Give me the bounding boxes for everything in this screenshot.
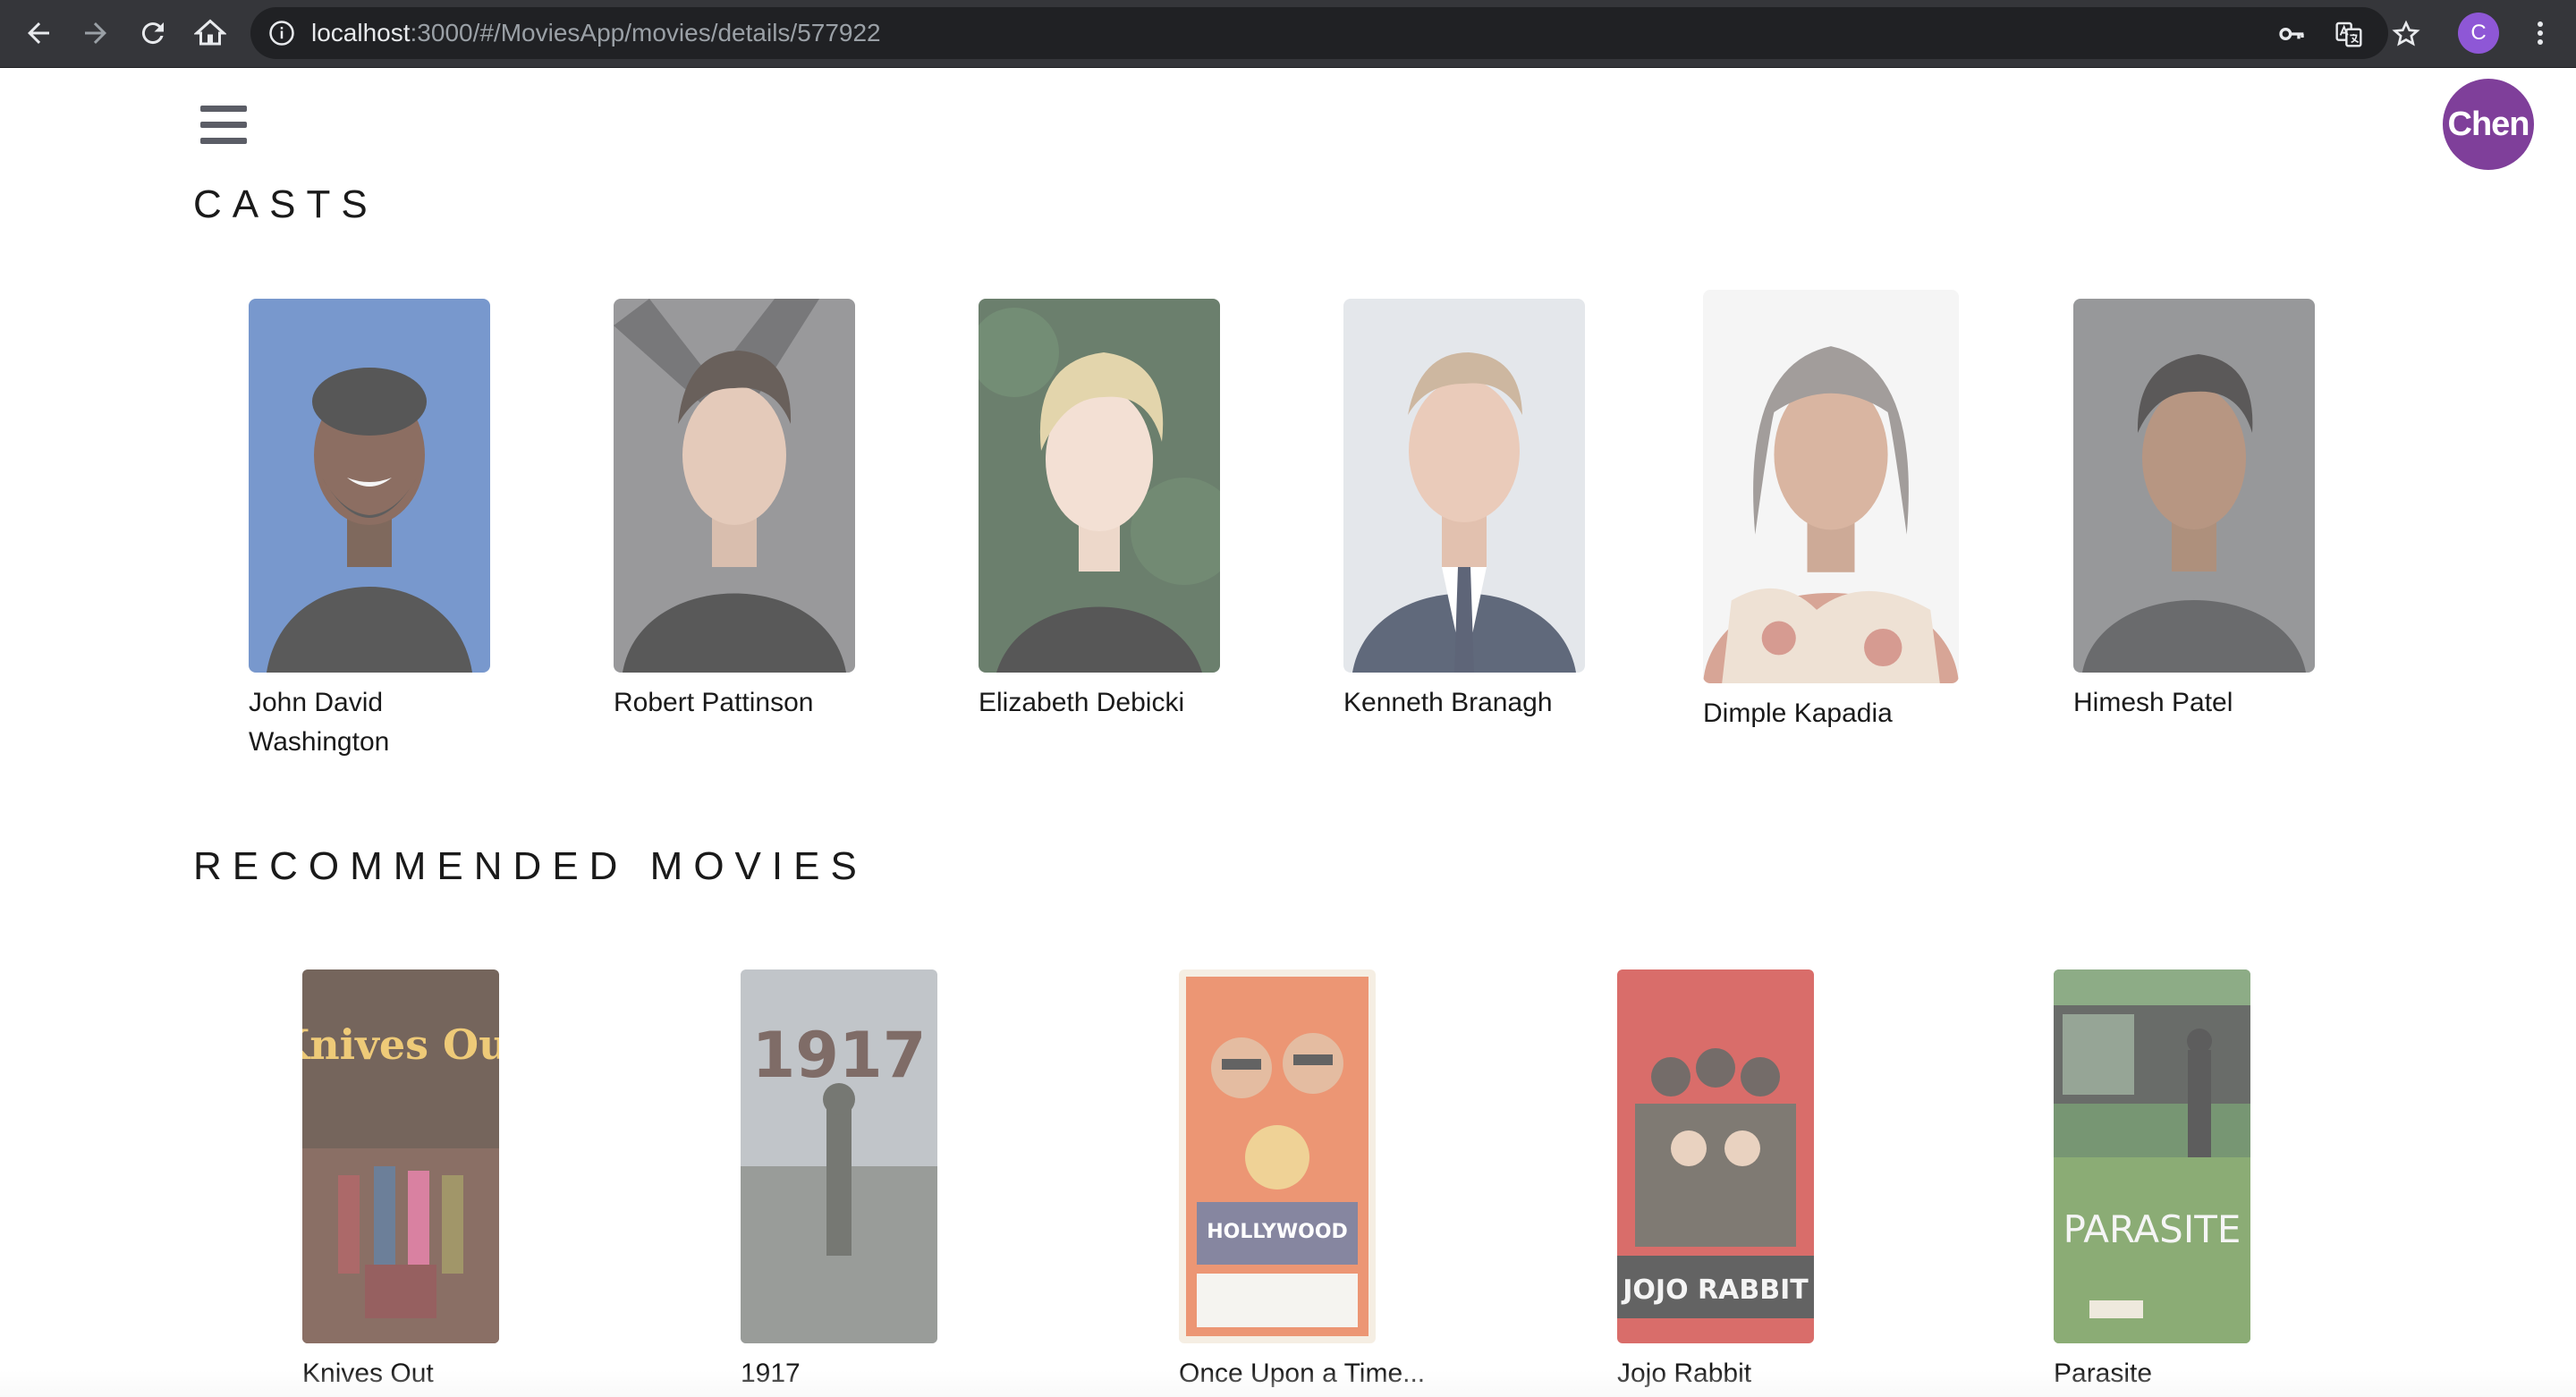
cast-photo [614, 299, 855, 673]
cast-name: Kenneth Branagh [1343, 688, 1553, 717]
poster-title: JOJO RABBIT [1621, 1274, 1809, 1306]
info-icon[interactable] [268, 20, 295, 47]
movie-card[interactable]: Knives Out Knives Out [302, 969, 571, 1393]
poster-title: HOLLYWOOD [1207, 1221, 1348, 1243]
arrow-right-icon [85, 22, 106, 44]
cast-card[interactable]: Kenneth Branagh [1343, 299, 1585, 723]
arrow-left-icon [28, 22, 49, 44]
cast-card[interactable]: John David Washington [249, 299, 490, 762]
cast-card[interactable]: Elizabeth Debicki [979, 299, 1220, 723]
cast-card[interactable]: Robert Pattinson [614, 299, 855, 723]
reload-icon [141, 22, 164, 45]
forward-button[interactable] [72, 9, 120, 57]
poster-title: Knives Out [302, 1020, 499, 1069]
user-avatar[interactable]: Chen [2443, 79, 2534, 170]
movie-card[interactable]: PARASITE Parasite [2054, 969, 2322, 1393]
cast-name: Elizabeth Debicki [979, 688, 1185, 717]
back-button[interactable] [14, 9, 63, 57]
home-button[interactable] [186, 9, 234, 57]
cast-name: Himesh Patel [2073, 688, 2233, 717]
casts-title: CASTS [193, 182, 378, 226]
more-vert-icon[interactable] [2522, 13, 2558, 54]
address-bar[interactable]: localhost:3000/#/MoviesApp/movies/detail… [250, 7, 2420, 59]
cast-name: Dimple Kapadia [1703, 698, 1893, 728]
url-text[interactable]: localhost:3000/#/MoviesApp/movies/detail… [311, 7, 881, 59]
cast-photo [2073, 299, 2315, 673]
cast-photo [1703, 290, 1959, 683]
movie-card[interactable]: 1917 1917 [741, 969, 1009, 1393]
cast-name: John David Washington [249, 688, 390, 757]
movie-poster: Knives Out [302, 969, 499, 1343]
reload-button[interactable] [129, 9, 177, 57]
star-icon[interactable] [2392, 20, 2420, 48]
browser-profile-avatar[interactable]: C [2458, 13, 2499, 54]
cast-card[interactable]: Himesh Patel [2073, 299, 2315, 723]
movie-card[interactable]: HOLLYWOOD Once Upon a Time... [1179, 969, 1447, 1393]
recommended-movies-title: RECOMMENDED MOVIES [193, 844, 868, 888]
cast-photo [249, 299, 490, 673]
home-icon [194, 19, 226, 46]
cast-photo [979, 299, 1220, 673]
url-path: :3000/#/MoviesApp/movies/details/577922 [410, 19, 881, 47]
bottom-fade [0, 1370, 2576, 1397]
url-host: localhost [311, 19, 411, 47]
cast-name: Robert Pattinson [614, 688, 814, 717]
poster-title: 1917 [752, 1019, 927, 1092]
cast-card[interactable]: Dimple Kapadia [1703, 290, 1959, 733]
movie-poster: JOJO RABBIT [1617, 969, 1814, 1343]
poster-title: PARASITE [2063, 1207, 2241, 1251]
movie-poster: PARASITE [2054, 969, 2250, 1343]
key-icon[interactable] [2277, 20, 2306, 48]
movie-card[interactable]: JOJO RABBIT Jojo Rabbit [1617, 969, 1885, 1393]
cast-photo [1343, 299, 1585, 673]
browser-toolbar: localhost:3000/#/MoviesApp/movies/detail… [0, 0, 2576, 68]
translate-icon[interactable] [2334, 20, 2363, 48]
movie-poster: 1917 [741, 969, 937, 1343]
movie-poster: HOLLYWOOD [1179, 969, 1376, 1343]
menu-icon[interactable] [200, 106, 247, 147]
